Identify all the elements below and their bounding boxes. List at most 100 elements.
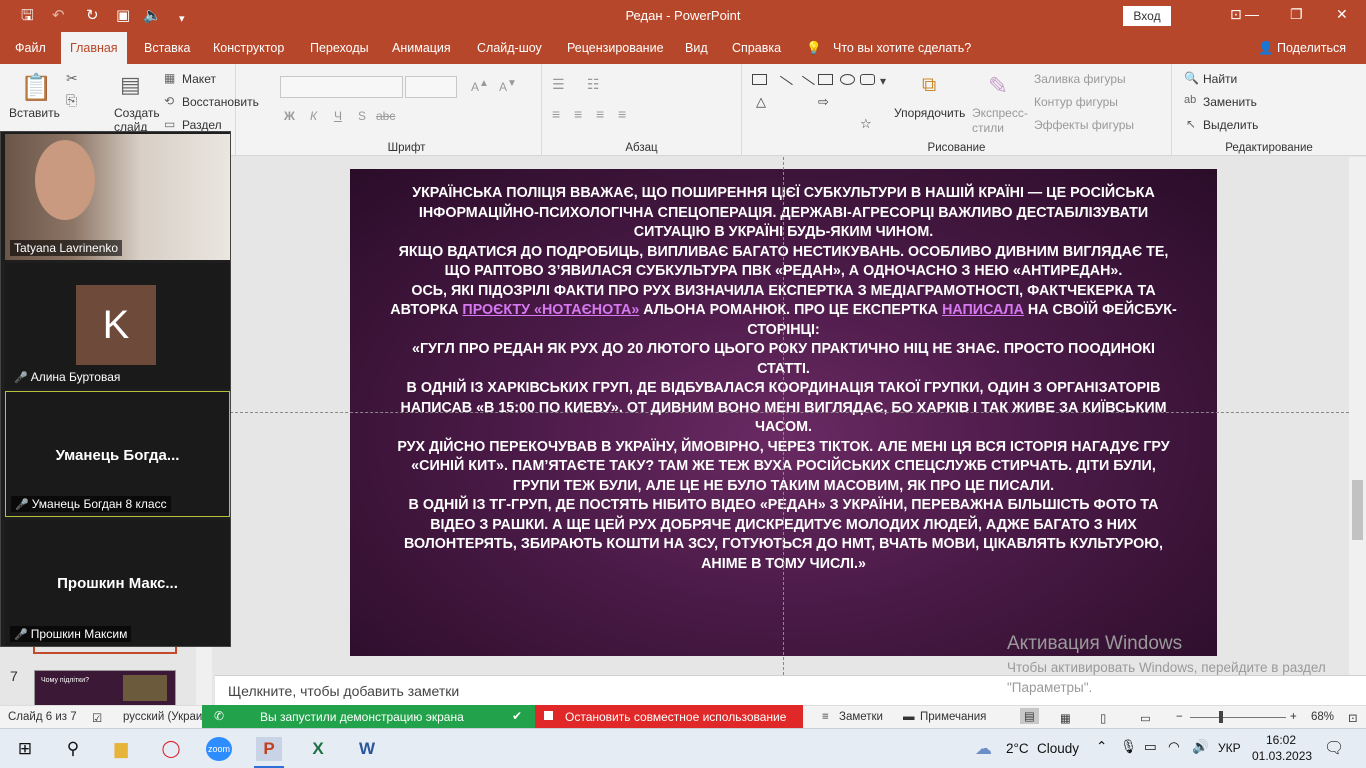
font-size-combo[interactable] (405, 76, 457, 98)
triangle-shape-icon[interactable]: △ (756, 94, 766, 110)
slide-sorter-icon[interactable]: ▦ (1060, 711, 1071, 725)
sign-in-button[interactable]: Вход (1123, 6, 1171, 26)
network-icon[interactable]: ▭ (1144, 739, 1157, 755)
rectangle-shape-icon[interactable] (818, 74, 833, 85)
accessibility-icon[interactable]: ☑ (92, 711, 102, 725)
notes-placeholder[interactable]: Щелкните, чтобы добавить заметки (228, 683, 459, 699)
shape-outline-button[interactable]: Контур фигуры (1034, 95, 1118, 109)
tab-home[interactable]: Главная (61, 32, 127, 64)
share-icon[interactable]: 👤 (1258, 32, 1274, 64)
arrow-shape-icon[interactable] (796, 75, 815, 94)
minimize-button[interactable]: — (1245, 6, 1259, 22)
shadow-button[interactable]: S (358, 109, 366, 123)
chevron-up-icon[interactable]: ⌃ (1096, 739, 1107, 755)
bold-button[interactable]: Ж (284, 109, 295, 123)
participant-tile[interactable]: Прошкин Макс... 🎤 Прошкин Максим (5, 520, 230, 646)
tab-animations[interactable]: Анимация (392, 32, 451, 64)
notes-button[interactable]: Заметки (839, 711, 883, 723)
ribbon-display-icon[interactable]: ⊡ (1230, 6, 1242, 23)
tab-help[interactable]: Справка (732, 32, 781, 64)
rounded-rect-shape-icon[interactable] (860, 74, 875, 85)
underline-button[interactable]: Ч (334, 109, 342, 123)
align-center-icon[interactable]: ≡ (574, 106, 582, 122)
font-grow-icon[interactable]: A▲ (471, 78, 489, 94)
strikethrough-button[interactable]: abc (376, 109, 395, 123)
weather-desc[interactable]: Cloudy (1037, 741, 1079, 756)
participant-tile-active[interactable]: Уманець Богда... 🎤 Уманець Богдан 8 класс (5, 391, 230, 517)
shapes-more-icon[interactable]: ▾ (880, 74, 886, 88)
zoom-slider-handle[interactable] (1219, 711, 1223, 723)
select-button[interactable]: Выделить (1203, 118, 1258, 132)
numbering-icon[interactable]: ☷ (587, 76, 600, 93)
editor-scroll-thumb[interactable] (1352, 480, 1363, 540)
star-shape-icon[interactable]: ☆ (860, 116, 872, 132)
text-box-shape-icon[interactable] (752, 74, 767, 85)
project-link[interactable]: проєкту «НотаЄнота» (462, 302, 639, 318)
new-slide-button[interactable]: Создать слайд (114, 106, 164, 134)
oval-shape-icon[interactable] (840, 74, 855, 85)
tab-transitions[interactable]: Переходы (310, 32, 369, 64)
participant-tile[interactable]: Tatyana Lavrinenko (5, 134, 230, 260)
slide-thumbnail[interactable]: Чому підлітки? (34, 670, 176, 706)
tab-file[interactable]: Файл (15, 32, 46, 64)
tab-slideshow[interactable]: Слайд-шоу (477, 32, 542, 64)
volume-icon[interactable]: 🔊 (1192, 739, 1209, 755)
new-slide-icon[interactable]: ▤ (120, 72, 141, 98)
quick-styles-button[interactable]: Экспресс-стили (972, 106, 1032, 136)
align-left-icon[interactable]: ≡ (552, 106, 560, 122)
search-icon[interactable]: ⚲ (60, 737, 86, 761)
opera-icon[interactable]: ◯ (158, 737, 184, 761)
layout-button[interactable]: Макет (182, 72, 216, 86)
bullets-icon[interactable]: ☰ (552, 76, 565, 93)
shape-effects-button[interactable]: Эффекты фигуры (1034, 118, 1134, 132)
copy-icon[interactable]: ⎘ (66, 92, 77, 109)
normal-view-icon[interactable]: ▤ (1020, 708, 1039, 724)
stop-share-button[interactable]: Остановить совместное использование (535, 705, 803, 728)
editor-scrollbar[interactable] (1349, 157, 1366, 675)
participant-tile[interactable]: K 🎤 Алина Буртовая (5, 263, 230, 389)
file-explorer-icon[interactable]: ▆ (108, 737, 134, 761)
wrote-link[interactable]: написала (942, 302, 1024, 318)
weather-temp[interactable]: 2°C (1006, 741, 1029, 756)
powerpoint-icon[interactable]: P (256, 737, 282, 761)
zoom-slider[interactable] (1190, 717, 1286, 718)
fit-to-window-icon[interactable]: ⊡ (1348, 711, 1358, 725)
quick-styles-icon[interactable]: ✎ (988, 72, 1008, 101)
clock-date[interactable]: 01.03.2023 (1252, 749, 1312, 763)
share-button[interactable]: Поделиться (1277, 32, 1346, 64)
microphone-icon[interactable]: 🎙 (1120, 739, 1137, 755)
shape-fill-button[interactable]: Заливка фигуры (1034, 72, 1126, 86)
clock-time[interactable]: 16:02 (1266, 733, 1296, 747)
zoom-in-button[interactable]: + (1290, 711, 1297, 723)
font-shrink-icon[interactable]: A▼ (499, 78, 517, 94)
zoom-out-button[interactable]: − (1176, 711, 1183, 723)
tell-me-search[interactable]: Что вы хотите сделать? (833, 32, 971, 64)
find-button[interactable]: Найти (1203, 72, 1237, 86)
tab-review[interactable]: Рецензирование (567, 32, 664, 64)
right-arrow-shape-icon[interactable]: ⇨ (818, 94, 829, 110)
reset-button[interactable]: Восстановить (182, 95, 259, 109)
notification-icon[interactable]: 🗨 (1324, 738, 1344, 758)
wifi-icon[interactable]: ◠ (1168, 739, 1180, 755)
selected-slide-thumbnail[interactable] (33, 646, 177, 654)
italic-button[interactable]: К (310, 109, 317, 123)
language-indicator[interactable]: русский (Украи (123, 711, 202, 723)
paste-button[interactable]: Вставить (9, 106, 60, 120)
comments-button[interactable]: Примечания (920, 711, 986, 723)
reading-view-icon[interactable]: ▯ (1100, 711, 1106, 725)
word-icon[interactable]: W (354, 737, 380, 761)
maximize-button[interactable]: ❐ (1290, 6, 1303, 23)
tab-insert[interactable]: Вставка (144, 32, 190, 64)
font-name-combo[interactable] (280, 76, 403, 98)
line-shape-icon[interactable] (774, 75, 793, 94)
slideshow-view-icon[interactable]: ▭ (1140, 711, 1151, 725)
arrange-icon[interactable]: ⧉ (922, 74, 936, 97)
paste-icon[interactable]: 📋 (20, 72, 52, 103)
align-right-icon[interactable]: ≡ (596, 106, 604, 122)
zoom-app-icon[interactable]: zoom (206, 737, 232, 761)
tab-design[interactable]: Конструктор (213, 32, 284, 64)
tab-view[interactable]: Вид (685, 32, 708, 64)
section-button[interactable]: Раздел (182, 118, 222, 132)
cut-icon[interactable]: ✂ (66, 70, 78, 87)
replace-button[interactable]: Заменить (1203, 95, 1257, 109)
